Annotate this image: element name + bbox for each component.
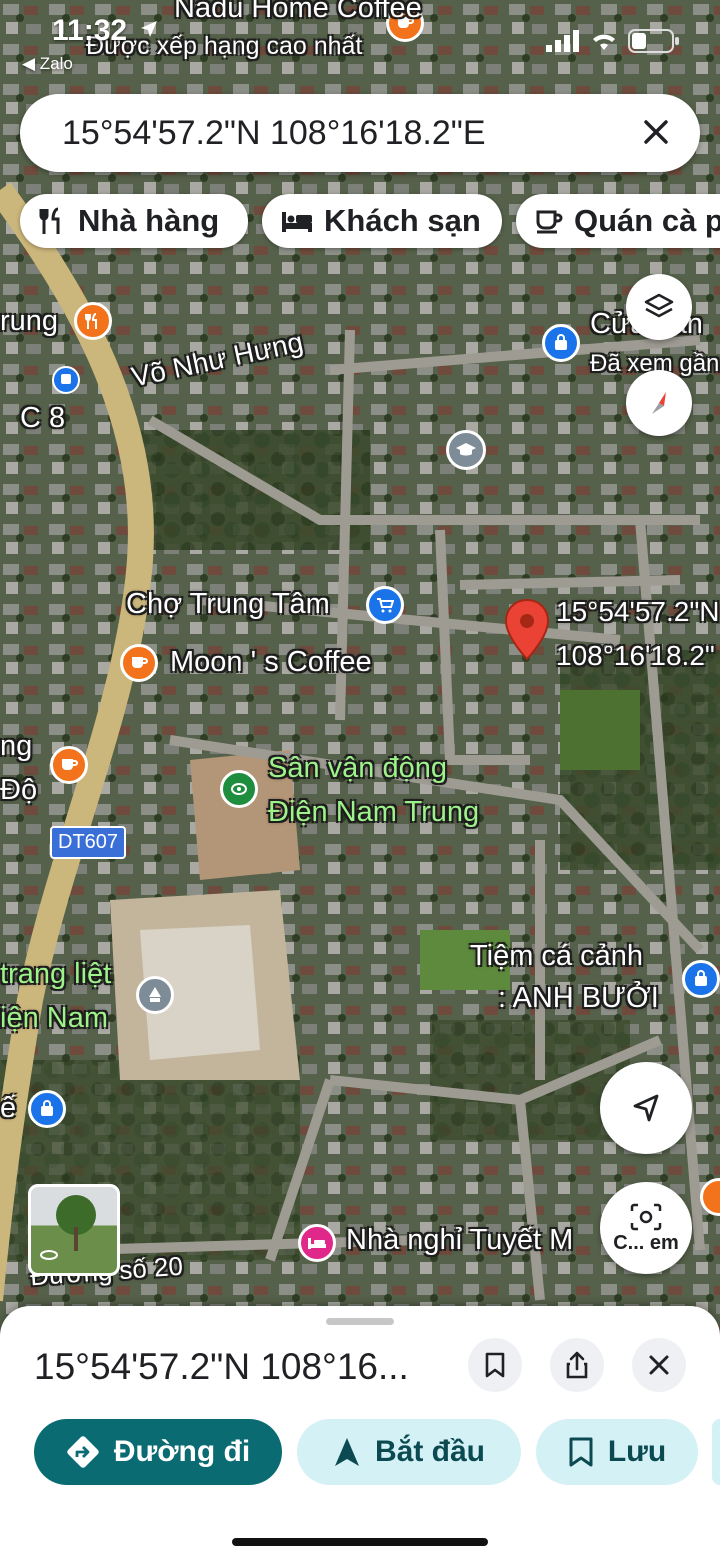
bookmark-icon bbox=[569, 1437, 593, 1467]
school-poi-icon[interactable] bbox=[446, 430, 486, 470]
poi-label-moons-coffee[interactable]: Moon ' s Coffee bbox=[170, 646, 372, 679]
camera-lens-icon bbox=[630, 1203, 662, 1230]
share-button[interactable] bbox=[550, 1338, 604, 1392]
visual-search-button[interactable]: C... em bbox=[600, 1182, 692, 1274]
poi-label-cho-trung-tam[interactable]: Chợ Trung Tâm bbox=[126, 588, 330, 621]
chip-label: Khách sạn bbox=[324, 203, 481, 238]
start-button[interactable]: Bắt đầu bbox=[297, 1419, 521, 1485]
restaurant-poi-icon[interactable] bbox=[74, 302, 112, 340]
back-to-app-link[interactable]: ◀ Zalo bbox=[22, 54, 73, 74]
dropped-pin-icon[interactable] bbox=[504, 598, 550, 662]
street-view-360-icon bbox=[40, 1250, 58, 1260]
location-arrow-icon bbox=[141, 21, 157, 37]
sheet-drag-handle[interactable] bbox=[326, 1318, 394, 1325]
place-title: 15°54'57.2"N 108°16... bbox=[34, 1346, 409, 1387]
my-location-button[interactable] bbox=[600, 1062, 692, 1154]
hotel-icon bbox=[282, 212, 312, 232]
market-poi-icon[interactable] bbox=[366, 586, 404, 624]
close-sheet-button[interactable] bbox=[632, 1338, 686, 1392]
map-label-rung: rung bbox=[0, 305, 59, 337]
coffee-icon bbox=[536, 210, 563, 234]
street-view-thumbnail[interactable] bbox=[28, 1184, 120, 1276]
search-query-text[interactable]: 15°54'57.2"N 108°16'18.2"E bbox=[62, 114, 486, 153]
compass-button[interactable] bbox=[626, 370, 692, 436]
poi-label-nha-nghi[interactable]: Nhà nghỉ Tuyết M bbox=[346, 1224, 573, 1257]
pin-label-longitude: 108°16'18.2" bbox=[556, 640, 715, 671]
poi-label-tiem-ca-canh-line2[interactable]: : ANH BƯỞI bbox=[498, 982, 659, 1015]
save-icon-button[interactable] bbox=[468, 1338, 522, 1392]
back-chevron-icon: ◀ bbox=[22, 54, 40, 73]
chip-hotels[interactable]: Khách sạn bbox=[262, 194, 502, 248]
chip-restaurants[interactable]: Nhà hàng bbox=[20, 194, 248, 248]
share-icon bbox=[566, 1351, 588, 1379]
status-bar: 11:32 ◀ Zalo bbox=[0, 0, 720, 80]
pin-label-latitude: 15°54'57.2"N bbox=[556, 596, 720, 627]
chip-coffee[interactable]: Quán cà p bbox=[516, 194, 720, 248]
map-label-c8: C 8 bbox=[20, 402, 66, 434]
close-icon bbox=[649, 1355, 669, 1375]
road-shield-dt607: DT607 bbox=[50, 826, 127, 859]
shopping-poi-icon-right[interactable] bbox=[682, 960, 720, 998]
coffee-poi-icon-moons[interactable] bbox=[120, 644, 158, 682]
compass-icon bbox=[652, 392, 666, 414]
visual-search-label: C... em bbox=[613, 1231, 679, 1254]
navigation-arrow-icon bbox=[334, 1438, 359, 1466]
back-app-name: Zalo bbox=[39, 54, 73, 73]
battery-icon bbox=[628, 29, 679, 53]
poi-label-cemetery-line2[interactable]: iện Nam bbox=[0, 1002, 108, 1035]
chip-label: Quán cà p bbox=[574, 203, 720, 238]
home-indicator[interactable] bbox=[232, 1538, 488, 1546]
clear-search-icon[interactable] bbox=[638, 114, 674, 150]
poi-label-stadium-line1[interactable]: Sân vận động bbox=[268, 752, 447, 785]
signal-icon bbox=[546, 30, 579, 52]
chip-label: Nhà hàng bbox=[78, 203, 220, 238]
directions-button[interactable]: Đường đi bbox=[34, 1419, 282, 1485]
directions-label: Đường đi bbox=[113, 1435, 251, 1468]
status-time: 11:32 bbox=[52, 14, 128, 47]
navigation-arrow-outline-icon bbox=[633, 1094, 659, 1122]
start-label: Bắt đầu bbox=[374, 1435, 485, 1468]
shopping-poi-icon-left[interactable] bbox=[28, 1090, 66, 1128]
restaurant-icon bbox=[39, 207, 60, 234]
bookmark-outline-icon bbox=[485, 1352, 505, 1378]
poi-label-tiem-ca-canh-line1[interactable]: Tiệm cá cảnh bbox=[470, 940, 643, 973]
layers-button[interactable] bbox=[626, 274, 692, 340]
hotel-poi-icon[interactable] bbox=[298, 1224, 336, 1262]
save-label: Lưu bbox=[607, 1435, 667, 1468]
place-bottom-sheet[interactable]: 15°54'57.2"N 108°16... Đường đi Bắt đầu bbox=[0, 1306, 720, 1557]
shopping-poi-icon[interactable] bbox=[542, 324, 580, 362]
more-actions-edge[interactable] bbox=[712, 1419, 720, 1485]
poi-label-cemetery-line1[interactable]: trang liệt bbox=[0, 958, 111, 991]
coffee-poi-icon-left[interactable] bbox=[50, 746, 88, 784]
save-button[interactable]: Lưu bbox=[536, 1419, 698, 1485]
map-label-e: ế bbox=[0, 1092, 17, 1124]
bus-stop-icon[interactable] bbox=[52, 366, 80, 394]
cemetery-poi-icon[interactable] bbox=[136, 976, 174, 1014]
wifi-icon bbox=[593, 34, 615, 50]
layers-icon bbox=[644, 293, 674, 318]
stadium-poi-icon[interactable] bbox=[220, 770, 258, 808]
poi-label-stadium-line2[interactable]: Điện Nam Trung bbox=[268, 796, 479, 829]
map-label-ng: ng bbox=[0, 730, 33, 762]
directions-icon bbox=[67, 1436, 99, 1468]
map-label-do: Độ bbox=[0, 774, 38, 806]
search-bar[interactable]: 15°54'57.2"N 108°16'18.2"E bbox=[20, 94, 700, 172]
